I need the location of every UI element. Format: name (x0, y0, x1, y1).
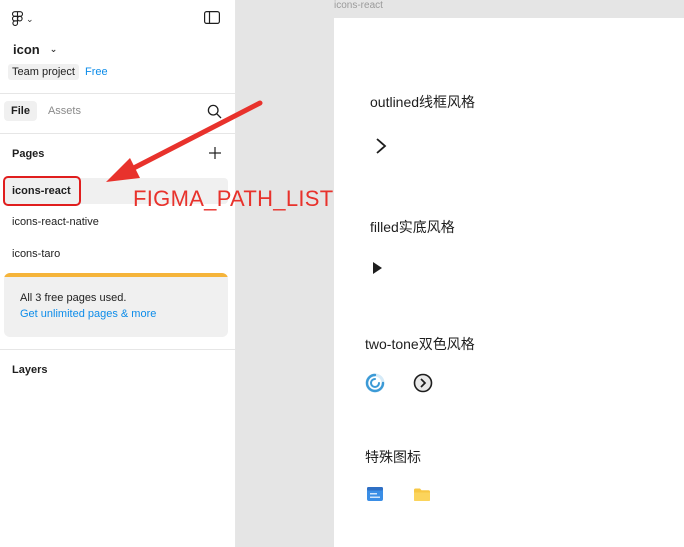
chevron-down-icon: ⌄ (49, 44, 58, 54)
team-project-chip[interactable]: Team project (8, 64, 79, 80)
divider (0, 349, 236, 350)
section-title-filled: filled实底风格 (370, 219, 455, 235)
page-item-icons-react-native[interactable]: icons-react-native (4, 209, 228, 235)
id-card-special-icon[interactable] (366, 486, 384, 502)
banner-accent-bar (4, 273, 228, 277)
upgrade-link[interactable]: Get unlimited pages & more (20, 308, 156, 320)
file-name: icon (13, 42, 40, 57)
frame-name-label[interactable]: icons-react (334, 0, 383, 11)
add-page-icon[interactable] (208, 146, 222, 160)
main-menu-button[interactable]: ⌄ (12, 9, 44, 29)
layers-heading: Layers (12, 364, 48, 376)
canvas-frame[interactable]: outlined线框风格 filled实底风格 two-tone双色风格 特殊图… (334, 18, 684, 547)
pages-heading: Pages (12, 148, 45, 160)
left-panel: ⌄ icon ⌄ Team project Free File Assets P… (0, 0, 236, 547)
page-limit-banner: All 3 free pages used. Get unlimited pag… (4, 273, 228, 337)
annotation-label: FIGMA_PATH_LIST (133, 186, 334, 211)
project-info: Team project Free (8, 64, 110, 80)
banner-message: All 3 free pages used. (20, 292, 127, 304)
file-name-menu[interactable]: icon ⌄ (13, 42, 57, 57)
loading-two-tone-icon[interactable] (364, 372, 386, 394)
section-title-outlined: outlined线框风格 (370, 94, 476, 110)
tab-file[interactable]: File (4, 101, 37, 121)
divider (0, 133, 236, 134)
search-icon[interactable] (207, 104, 222, 119)
tab-assets[interactable]: Assets (41, 101, 88, 121)
panel-tabs: File Assets (4, 101, 88, 121)
section-title-two-tone: two-tone双色风格 (365, 336, 475, 352)
divider (0, 93, 236, 94)
caret-right-filled-icon[interactable] (371, 260, 383, 276)
plan-badge: Free (84, 66, 108, 78)
highlight-box (3, 176, 81, 206)
folder-special-icon[interactable] (413, 487, 431, 502)
right-circle-two-tone-icon[interactable] (412, 372, 434, 394)
page-item-icons-taro[interactable]: icons-taro (4, 241, 228, 267)
chevron-down-icon: ⌄ (26, 13, 34, 24)
toggle-sidebar-icon[interactable] (204, 11, 220, 24)
figma-logo-icon (12, 11, 23, 27)
section-title-special: 特殊图标 (365, 449, 421, 465)
chevron-right-outlined-icon[interactable] (374, 136, 388, 156)
